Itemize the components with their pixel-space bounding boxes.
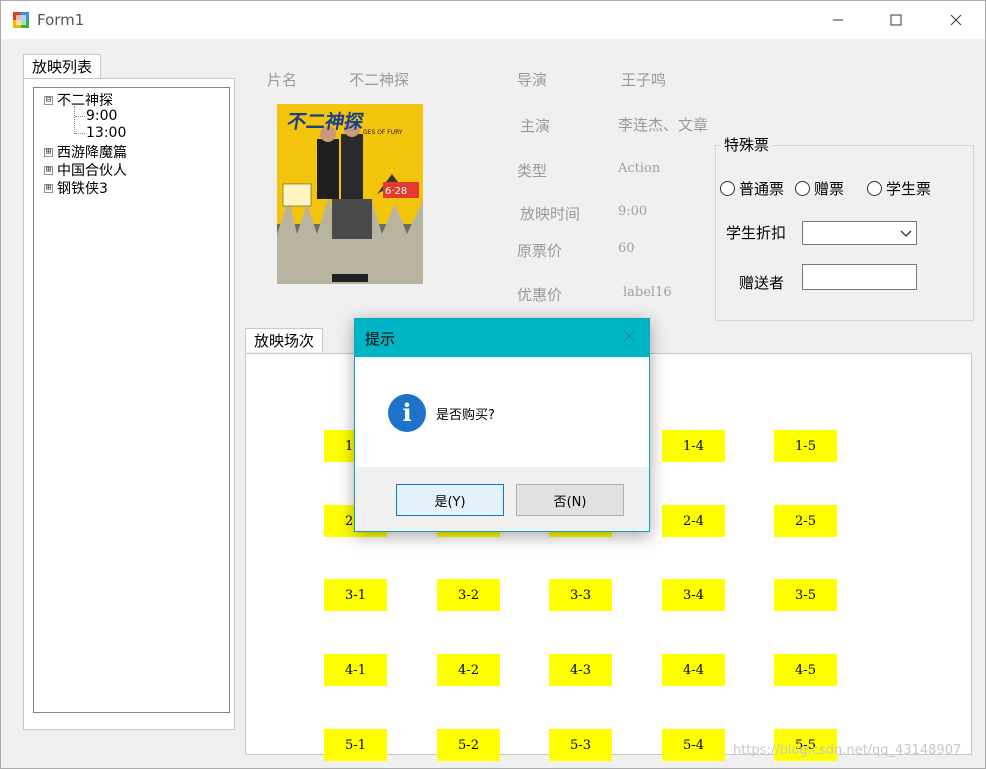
window-title: Form1	[37, 11, 85, 29]
tree-node-label: 不二神探	[57, 93, 113, 109]
tab-screening-list[interactable]: 放映列表	[23, 54, 102, 78]
star-label: 主演	[520, 117, 551, 135]
tree-node-label: 9:00	[86, 108, 118, 124]
seat-button[interactable]: 3-3	[549, 579, 612, 611]
tree-node-label: 中国合伙人	[57, 163, 127, 179]
seat-button[interactable]: 4-5	[774, 654, 837, 686]
seat-button[interactable]: 4-3	[549, 654, 612, 686]
app-window: Form1 放映列表 ⊟ 不二神探 9:00 13:00 ⊞ 西游降魔篇 ⊞ 中…	[0, 0, 986, 769]
time-value: 9:00	[618, 204, 648, 219]
seat-button[interactable]: 2-5	[774, 505, 837, 537]
price-value: 60	[618, 241, 635, 256]
tree-node-time-2[interactable]: 13:00	[86, 125, 126, 141]
yes-button[interactable]: 是(Y)	[396, 484, 504, 516]
tree-connector	[75, 116, 85, 117]
radio-label: 赠票	[814, 180, 845, 198]
chevron-down-icon	[900, 230, 912, 237]
dialog-message: 是否购买?	[436, 408, 495, 423]
seat-button[interactable]: 3-5	[774, 579, 837, 611]
seat-button[interactable]: 5-3	[549, 729, 612, 761]
poster-date: 6·28	[385, 186, 407, 197]
poster-image: 6·28 不二神探 GES OF FURY	[277, 104, 423, 284]
type-value: Action	[618, 161, 661, 176]
special-ticket-title: 特殊票	[721, 134, 773, 155]
tree-node-label: 13:00	[86, 125, 127, 141]
expand-icon[interactable]: ⊞	[44, 165, 53, 175]
director-label: 导演	[517, 71, 548, 89]
title-label: 片名	[267, 71, 298, 89]
confirm-dialog: 提示 i 是否购买? 是(Y) 否(N)	[354, 318, 650, 532]
tree-node-movie-1[interactable]: ⊟ 不二神探	[44, 90, 113, 110]
dialog-close-button[interactable]	[623, 327, 635, 346]
radio-circle-icon[interactable]	[795, 181, 810, 196]
tree-node-label: 钢铁侠3	[57, 181, 108, 197]
tree-node-time-1[interactable]: 9:00	[86, 108, 117, 124]
radio-circle-icon[interactable]	[720, 181, 735, 196]
maximize-icon	[890, 14, 902, 26]
tree-node-label: 西游降魔篇	[57, 145, 127, 161]
poster-subtitle: GES OF FURY	[363, 129, 403, 136]
seat-button[interactable]: 3-4	[662, 579, 725, 611]
seat-button[interactable]: 1-5	[774, 430, 837, 462]
seat-button[interactable]: 4-2	[437, 654, 500, 686]
seat-button[interactable]: 5-2	[437, 729, 500, 761]
close-button[interactable]	[927, 1, 985, 39]
expand-icon[interactable]: ⊞	[44, 147, 53, 157]
star-value: 李连杰、文章	[618, 116, 709, 134]
dialog-title-bar: 提示	[355, 319, 649, 357]
seat-button[interactable]: 3-2	[437, 579, 500, 611]
seat-button[interactable]: 1-4	[662, 430, 725, 462]
seat-button[interactable]: 4-4	[662, 654, 725, 686]
dialog-title: 提示	[365, 330, 396, 348]
close-icon	[950, 14, 962, 26]
tree-node-movie-2[interactable]: ⊞ 西游降魔篇	[44, 142, 127, 162]
seat-button[interactable]: 4-1	[324, 654, 387, 686]
tree-node-movie-3[interactable]: ⊞ 中国合伙人	[44, 160, 127, 180]
tree-node-movie-4[interactable]: ⊞ 钢铁侠3	[44, 178, 108, 198]
title-bar: Form1	[1, 1, 985, 39]
radio-label: 普通票	[739, 180, 785, 198]
tree-connector	[74, 106, 75, 134]
close-icon	[623, 330, 635, 342]
price-label: 原票价	[517, 242, 563, 260]
giver-input[interactable]	[802, 264, 917, 290]
discount-value: label16	[623, 285, 672, 300]
time-label: 放映时间	[520, 205, 581, 223]
seat-button[interactable]: 3-1	[324, 579, 387, 611]
expand-icon[interactable]: ⊞	[44, 183, 53, 193]
no-button[interactable]: 否(N)	[516, 484, 624, 516]
radio-label: 学生票	[886, 180, 932, 198]
poster-title: 不二神探	[285, 110, 366, 133]
seat-button[interactable]: 5-4	[662, 729, 725, 761]
app-icon	[13, 12, 29, 28]
movie-tree[interactable]: ⊟ 不二神探 9:00 13:00 ⊞ 西游降魔篇 ⊞ 中国合伙人 ⊞ 钢铁侠3	[33, 87, 230, 713]
title-value: 不二神探	[349, 71, 410, 89]
radio-student-ticket[interactable]: 学生票	[867, 178, 931, 199]
radio-gift-ticket[interactable]: 赠票	[795, 178, 844, 199]
giver-label: 赠送者	[739, 274, 785, 292]
director-value: 王子鸣	[621, 71, 667, 89]
info-icon: i	[388, 394, 426, 432]
minimize-icon	[833, 19, 843, 21]
tab-session[interactable]: 放映场次	[245, 328, 324, 352]
movie-poster: 6·28 不二神探 GES OF FURY	[277, 104, 423, 284]
minimize-button[interactable]	[809, 1, 867, 39]
student-discount-select[interactable]	[802, 221, 917, 245]
collapse-icon[interactable]: ⊟	[44, 95, 53, 105]
tree-connector	[75, 133, 85, 134]
watermark: https://blog.csdn.net/qq_43148907	[733, 743, 962, 758]
radio-normal-ticket[interactable]: 普通票	[720, 178, 784, 199]
seat-button[interactable]: 2-4	[662, 505, 725, 537]
maximize-button[interactable]	[867, 1, 925, 39]
seat-button[interactable]: 5-1	[324, 729, 387, 761]
student-discount-label: 学生折扣	[726, 224, 787, 242]
radio-circle-icon[interactable]	[867, 181, 882, 196]
type-label: 类型	[517, 162, 548, 180]
discount-label: 优惠价	[517, 286, 563, 304]
